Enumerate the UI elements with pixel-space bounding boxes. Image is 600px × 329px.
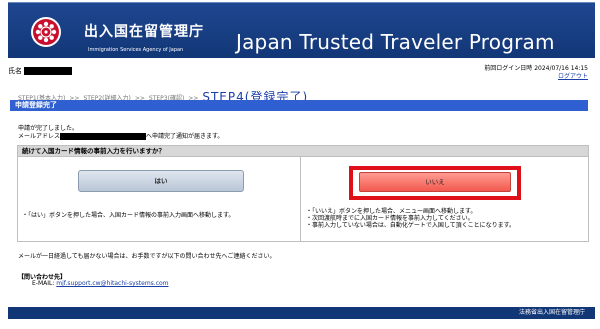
completion-message: 申請が完了しました。 メールアドレス へ申請完了通知が届きます。 bbox=[18, 125, 223, 141]
logout-link[interactable]: ログアウト bbox=[558, 73, 588, 80]
redacted-name bbox=[24, 67, 72, 75]
no-button[interactable]: いいえ bbox=[359, 172, 511, 192]
notification-line: メールアドレス へ申請完了通知が届きます。 bbox=[18, 133, 223, 141]
yes-note: ・「はい」ボタンを押した場合、入国カード情報の事前入力画面へ移動します。 bbox=[22, 212, 235, 219]
login-info: 前回ログイン日時 2024/07/16 14:15 ログアウト bbox=[484, 65, 588, 81]
contact-email-row: E-MAIL: mjf.support.cw@hitachi-systems.c… bbox=[32, 280, 169, 287]
last-login-text: 前回ログイン日時 2024/07/16 14:15 bbox=[484, 65, 588, 72]
user-name-label: 氏名 bbox=[8, 67, 22, 75]
email-label: E-MAIL: bbox=[32, 280, 55, 287]
immigration-emblem-icon bbox=[30, 16, 62, 48]
no-note: ・事前入力していない場合は、自動化ゲートで入国して頂くことになります。 bbox=[306, 222, 516, 229]
program-title: Japan Trusted Traveler Program bbox=[236, 30, 555, 54]
section-title-bar: 申請登録完了 bbox=[10, 100, 588, 111]
site-header: 出入国在留管理庁 Immigration Services Agency of … bbox=[8, 2, 595, 58]
support-email-link[interactable]: mjf.support.cw@hitachi-systems.com bbox=[56, 280, 168, 287]
question-heading: 続けて入国カード情報の事前入力を行いますか？ bbox=[18, 146, 588, 157]
yes-button[interactable]: はい bbox=[78, 170, 244, 192]
completion-line: 申請が完了しました。 bbox=[18, 125, 79, 132]
mail-label: メールアドレス bbox=[18, 133, 61, 140]
arrival-card-question-box: 続けて入国カード情報の事前入力を行いますか？ はい ・「はい」ボタンを押した場合… bbox=[17, 145, 589, 242]
agency-name-en: Immigration Services Agency of Japan bbox=[88, 47, 184, 53]
notification-suffix: へ申請完了通知が届きます。 bbox=[146, 133, 224, 140]
no-note: ・次回渡航時までに入国カード情報を事前入力してください。 bbox=[306, 215, 474, 222]
contact-note: メールが一日経過しても届かない場合は、お手数ですが以下の問い合わせ先へご連絡くだ… bbox=[18, 253, 276, 260]
no-notes: ・「いいえ」ボタンを押した場合、メニュー画面へ移動します。 ・次回渡航時までに入… bbox=[306, 208, 515, 229]
no-column: いいえ ・「いいえ」ボタンを押した場合、メニュー画面へ移動します。 ・次回渡航時… bbox=[302, 157, 589, 242]
agency-name-jp: 出入国在留管理庁 bbox=[84, 24, 204, 40]
user-name-row: 氏名 bbox=[8, 66, 72, 76]
no-note: ・「いいえ」ボタンを押した場合、メニュー画面へ移動します。 bbox=[306, 208, 477, 215]
redacted-email bbox=[60, 133, 147, 140]
site-footer: 法務省出入国在留管理庁 bbox=[8, 307, 595, 319]
yes-column: はい ・「はい」ボタンを押した場合、入国カード情報の事前入力画面へ移動します。 bbox=[18, 157, 301, 242]
